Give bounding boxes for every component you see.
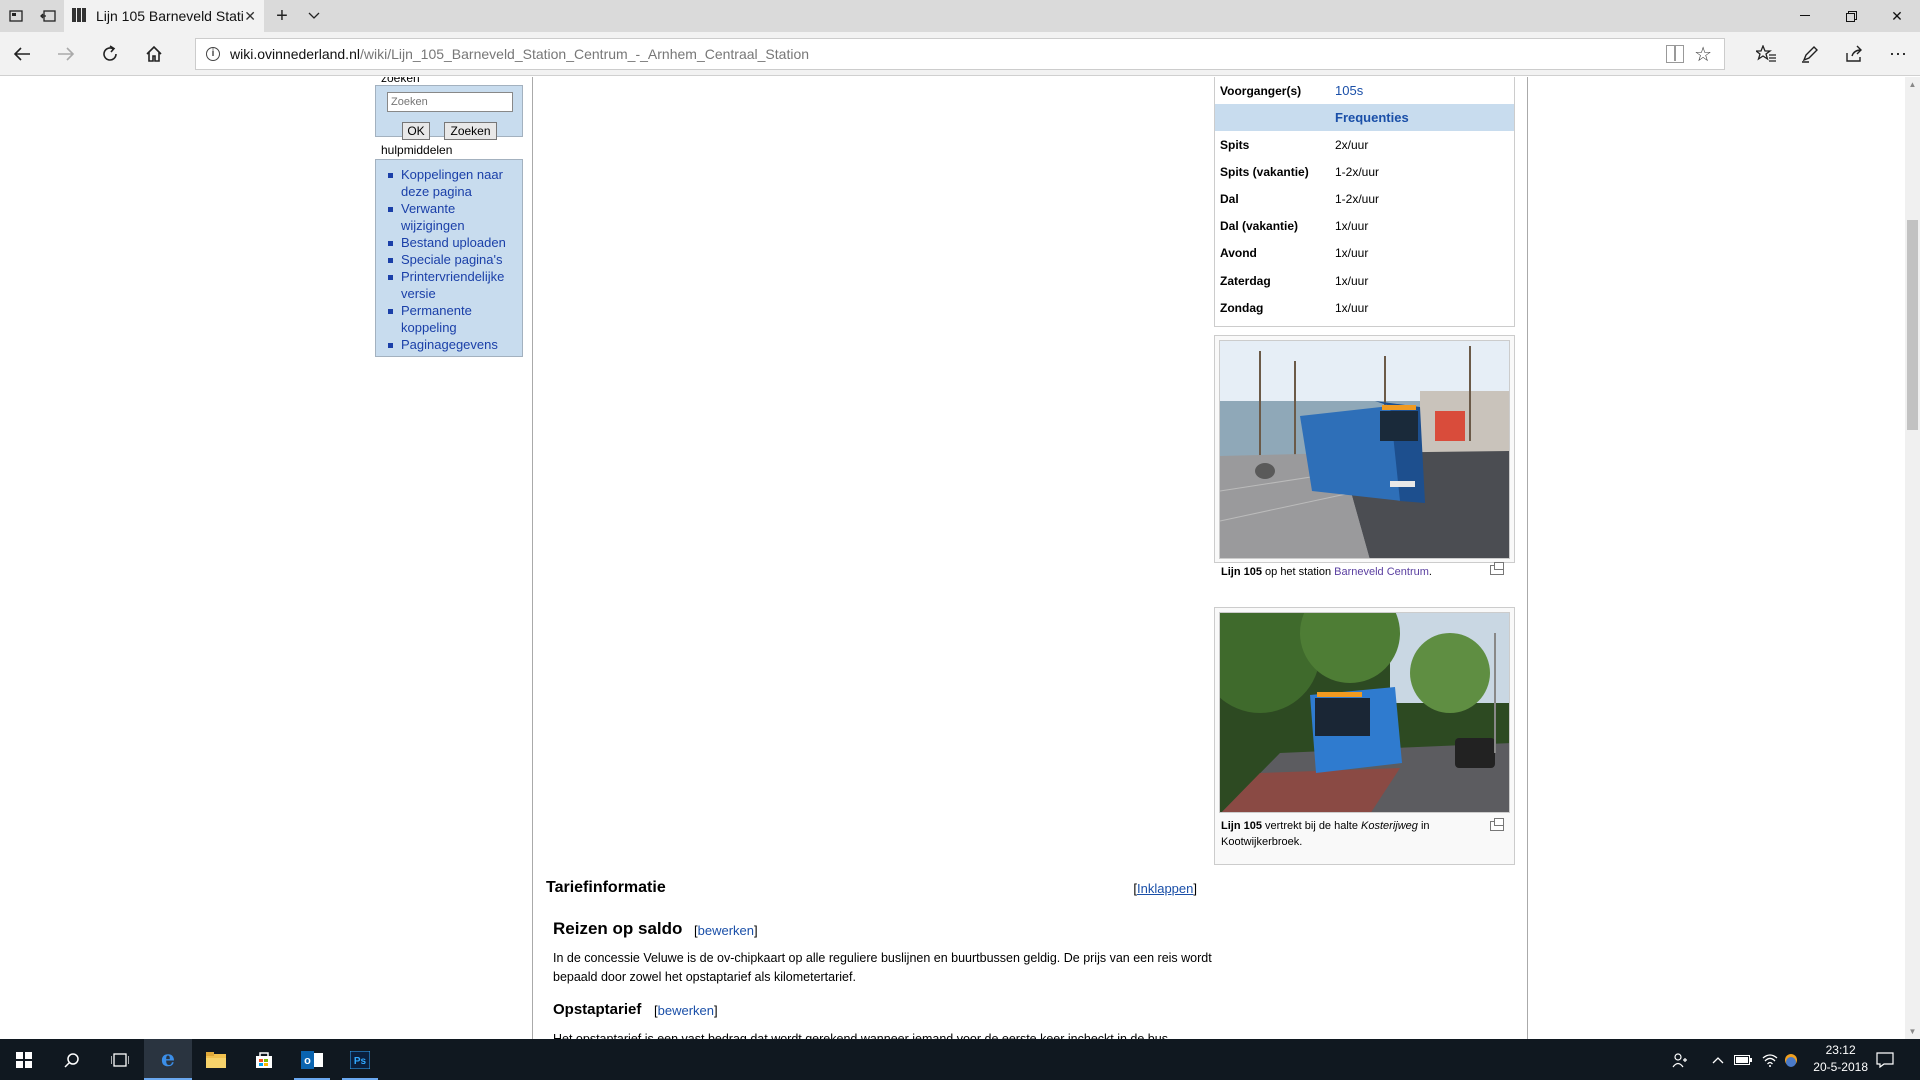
scroll-down-icon[interactable]: ▼: [1905, 1024, 1920, 1039]
edit-link-opstaptarief[interactable]: [bewerken]: [654, 1003, 718, 1018]
bus-photo-station[interactable]: [1219, 340, 1510, 559]
photoshop-icon[interactable]: Ps: [336, 1039, 384, 1080]
share-icon[interactable]: [1832, 32, 1876, 76]
start-windows-icon[interactable]: [0, 1039, 48, 1080]
favorite-star-icon[interactable]: ☆: [1694, 42, 1712, 67]
predecessor-link[interactable]: 105s: [1335, 83, 1363, 98]
battery-icon[interactable]: [1734, 1039, 1752, 1080]
minimize-icon[interactable]: [1782, 0, 1828, 32]
tools-portlet: Koppelingen naar deze pagina Verwante wijz…: [375, 159, 523, 357]
outlook-icon[interactable]: o: [288, 1039, 336, 1080]
search-portlet-label: zoeken: [381, 77, 420, 85]
tab-active[interactable]: Lijn 105 Barneveld Stati ✕: [64, 0, 264, 32]
restore-icon[interactable]: [1828, 0, 1874, 32]
infobox-row: Dal (vakantie) 1x/uur: [1220, 218, 1369, 233]
close-window-icon[interactable]: ✕: [1874, 0, 1920, 32]
set-tabs-aside-icon[interactable]: [32, 0, 64, 32]
more-menu-icon[interactable]: ⋯: [1876, 32, 1920, 76]
scroll-thumb[interactable]: [1907, 220, 1918, 430]
infobox-table: Voorganger(s) 105s Frequenties Spits 2x/u…: [1214, 77, 1515, 327]
url-domain: wiki.ovinnederland.nl: [230, 46, 360, 62]
tools-portlet-label: hulpmiddelen: [381, 143, 453, 157]
tool-link-specialpages[interactable]: Speciale pagina's: [384, 251, 518, 268]
file-explorer-icon[interactable]: [192, 1039, 240, 1080]
tab-list-chevron-icon[interactable]: [298, 0, 330, 32]
favorites-hub-icon[interactable]: [1744, 32, 1788, 76]
collapse-toggle[interactable]: [Inklappen]: [1133, 881, 1197, 896]
search-portlet: OK Zoeken: [375, 85, 523, 140]
page-scrollbar[interactable]: ▲ ▼: [1905, 77, 1920, 1039]
search-input[interactable]: [387, 92, 513, 112]
paragraph-opstaptarief: Het opstaptarief is een vast bedrag dat …: [553, 1032, 1172, 1039]
tool-link-info[interactable]: Paginagegevens: [384, 336, 518, 353]
infobox-row: Spits (vakantie) 1-2x/uur: [1220, 164, 1380, 179]
system-clock[interactable]: 23:12 20-5-2018: [1813, 1042, 1868, 1076]
action-center-icon[interactable]: [1876, 1039, 1894, 1080]
refresh-icon[interactable]: [88, 32, 132, 76]
section-heading-tariefinformatie: Tariefinformatie: [546, 879, 666, 896]
clock-time: 23:12: [1825, 1043, 1856, 1057]
infobox-row-predecessor: Voorganger(s) 105s: [1220, 83, 1364, 98]
section-heading-saldo: Reizen op saldo: [553, 919, 683, 938]
browser-tab-bar: Lijn 105 Barneveld Stati ✕ + ✕: [0, 0, 1920, 32]
edit-link-saldo[interactable]: [bewerken]: [694, 923, 758, 938]
home-icon[interactable]: [132, 32, 176, 76]
tool-link-whatlinkshere[interactable]: Koppelingen naar deze pagina: [384, 166, 518, 200]
show-hidden-icons-chevron-icon[interactable]: [1712, 1039, 1724, 1080]
web-note-pen-icon[interactable]: [1788, 32, 1832, 76]
thumbnail-barneveld: Lijn 105 op het station Barneveld Centru…: [1214, 335, 1515, 578]
tab-preview-icon[interactable]: [0, 0, 32, 32]
task-view-icon[interactable]: [96, 1039, 144, 1080]
infobox-row: Spits 2x/uur: [1220, 137, 1369, 152]
address-bar[interactable]: i wiki.ovinnederland.nl/wiki/Lijn_105_Ba…: [195, 38, 1725, 70]
new-tab-button[interactable]: +: [266, 0, 298, 32]
reading-view-icon[interactable]: [1666, 45, 1684, 63]
infobox-row: Dal 1-2x/uur: [1220, 191, 1380, 206]
site-favicon-icon: [72, 8, 88, 24]
thumbnail-kosterijweg: Lijn 105 vertrekt bij de halte Kosterijw…: [1214, 607, 1515, 865]
section-heading-opstaptarief: Opstaptarief: [553, 1001, 642, 1018]
people-icon[interactable]: [1672, 1039, 1688, 1080]
svg-text:Ps: Ps: [354, 1056, 367, 1067]
tool-link-permalink[interactable]: Permanente koppeling: [384, 302, 518, 336]
wifi-icon[interactable]: [1762, 1039, 1778, 1080]
tab-title: Lijn 105 Barneveld Stati: [96, 8, 244, 24]
weather-icon[interactable]: [1784, 1039, 1798, 1080]
bus-photo-kosterijweg[interactable]: [1219, 612, 1510, 813]
thumb-caption: Lijn 105 vertrekt bij de halte Kosterijw…: [1221, 820, 1430, 848]
clock-date: 20-5-2018: [1813, 1060, 1868, 1074]
windows-taskbar: e o Ps 23:12 20-5-2018: [0, 1039, 1920, 1080]
enlarge-icon[interactable]: [1490, 562, 1504, 575]
tab-close-icon[interactable]: ✕: [244, 0, 256, 32]
infobox-row: Avond 1x/uur: [1220, 245, 1369, 260]
forward-arrow-icon[interactable]: [44, 32, 88, 76]
enlarge-icon[interactable]: [1490, 818, 1504, 831]
url-path: /wiki/Lijn_105_Barneveld_Station_Centrum…: [359, 46, 810, 62]
thumb-caption: Lijn 105 op het station Barneveld Centru…: [1221, 566, 1432, 578]
search-button[interactable]: Zoeken: [444, 122, 497, 140]
tool-link-upload[interactable]: Bestand uploaden: [384, 234, 518, 251]
web-page: zoeken OK Zoeken hulpmiddelen Koppelinge…: [0, 77, 1905, 1039]
svg-text:o: o: [304, 1055, 311, 1067]
site-info-icon[interactable]: i: [206, 47, 220, 61]
paragraph-saldo: In de concessie Veluwe is de ov-chipkaar…: [553, 951, 1212, 984]
infobox-frequency-header: Frequenties: [1215, 104, 1514, 131]
scroll-up-icon[interactable]: ▲: [1905, 77, 1920, 92]
barneveld-centrum-link[interactable]: Barneveld Centrum: [1334, 566, 1429, 578]
browser-nav-bar: i wiki.ovinnederland.nl/wiki/Lijn_105_Ba…: [0, 32, 1920, 76]
tool-link-recentchangeslinked[interactable]: Verwante wijzigingen: [384, 200, 518, 234]
store-icon[interactable]: [240, 1039, 288, 1080]
search-ok-button[interactable]: OK: [402, 122, 430, 140]
edge-browser-icon[interactable]: e: [144, 1039, 192, 1080]
back-arrow-icon[interactable]: [0, 32, 44, 76]
search-icon[interactable]: [48, 1039, 96, 1080]
tool-link-print[interactable]: Printervriendelijke versie: [384, 268, 518, 302]
infobox-row: Zondag 1x/uur: [1220, 300, 1369, 315]
infobox-row: Zaterdag 1x/uur: [1220, 273, 1369, 288]
